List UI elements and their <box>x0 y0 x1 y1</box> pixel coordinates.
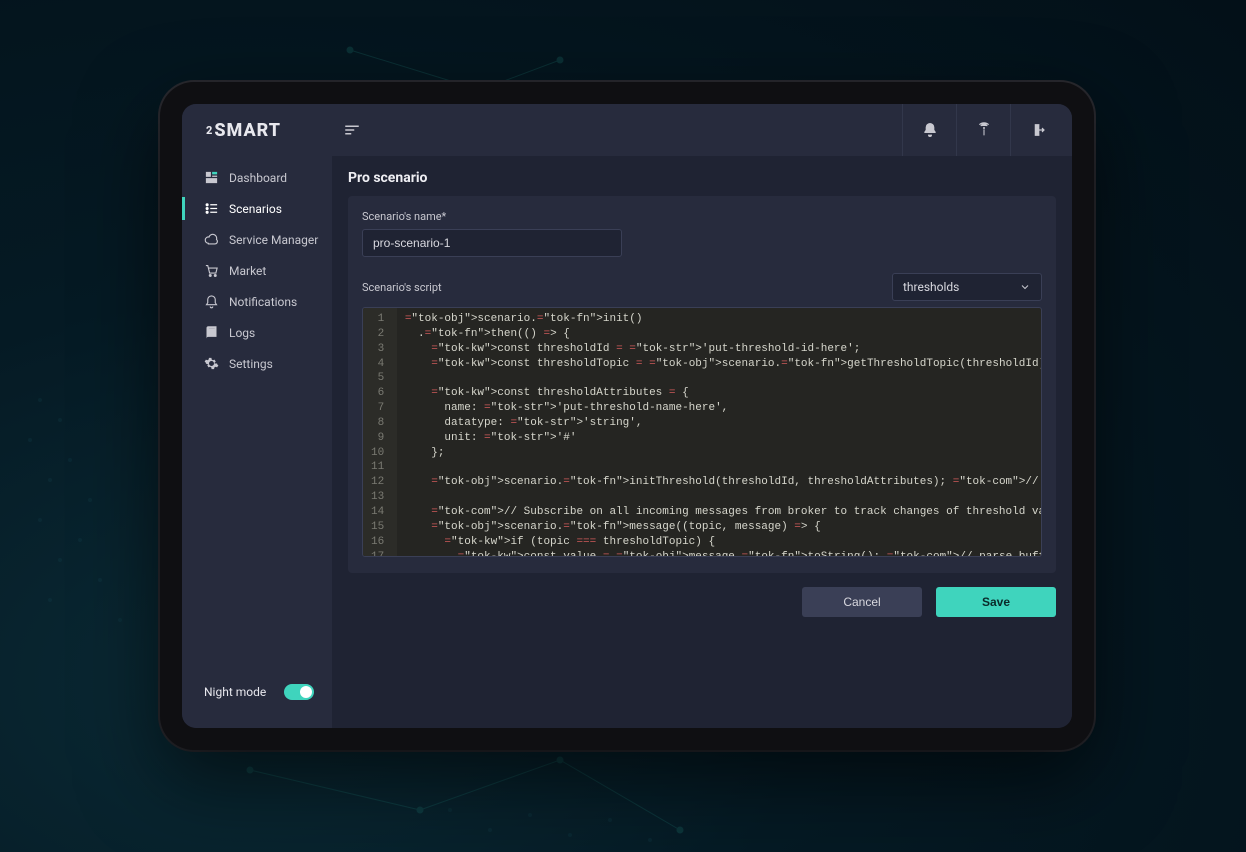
sidebar-item-label: Dashboard <box>229 171 287 185</box>
logout-icon <box>1030 122 1046 138</box>
topbar: 2SMART <box>182 104 1072 156</box>
bell-icon <box>922 122 938 138</box>
sidebar-item-settings[interactable]: Settings <box>182 348 332 379</box>
menu-toggle-button[interactable] <box>332 121 372 139</box>
sidebar-item-service-manager[interactable]: Service Manager <box>182 224 332 255</box>
name-field-label: Scenario's name* <box>362 210 1042 223</box>
save-button[interactable]: Save <box>936 587 1056 617</box>
sidebar-item-market[interactable]: Market <box>182 255 332 286</box>
antenna-icon <box>976 122 992 138</box>
sidebar: Dashboard Scenarios Service Manager Mark… <box>182 156 332 728</box>
editor-gutter: 1 2 3 4 5 6 7 8 9 10 11 12 13 14 15 16 1… <box>363 308 397 556</box>
script-field-label: Scenario's script <box>362 281 442 294</box>
template-select-value: thresholds <box>903 280 959 294</box>
tablet-frame: 2SMART Dashboard <box>160 82 1094 750</box>
bell-icon <box>204 294 219 309</box>
cloud-icon <box>204 232 219 247</box>
sidebar-item-label: Notifications <box>229 295 297 309</box>
cart-icon <box>204 263 219 278</box>
code-editor[interactable]: 1 2 3 4 5 6 7 8 9 10 11 12 13 14 15 16 1… <box>362 307 1042 557</box>
sidebar-item-label: Market <box>229 264 266 278</box>
menu-icon <box>343 121 361 139</box>
night-mode-row: Night mode <box>182 684 332 728</box>
sidebar-item-notifications[interactable]: Notifications <box>182 286 332 317</box>
sidebar-item-scenarios[interactable]: Scenarios <box>182 193 332 224</box>
gear-icon <box>204 356 219 371</box>
app-screen: 2SMART Dashboard <box>182 104 1072 728</box>
cancel-button[interactable]: Cancel <box>802 587 922 617</box>
sidebar-item-label: Settings <box>229 357 273 371</box>
sidebar-item-label: Scenarios <box>229 202 282 216</box>
sidebar-item-label: Service Manager <box>229 233 318 247</box>
notifications-button[interactable] <box>902 104 956 156</box>
chevron-down-icon <box>1019 281 1031 293</box>
brand-logo: 2SMART <box>182 120 326 141</box>
scenarios-icon <box>204 201 219 216</box>
night-mode-toggle[interactable] <box>284 684 314 700</box>
brand-text: SMART <box>214 120 281 141</box>
sidebar-item-dashboard[interactable]: Dashboard <box>182 162 332 193</box>
editor-code[interactable]: ="tok-obj">scenario.="tok-fn">init() .="… <box>397 308 1041 556</box>
scenario-panel: Scenario's name* Scenario's script thres… <box>348 196 1056 573</box>
main-content: Pro scenario Scenario's name* Scenario's… <box>332 156 1072 728</box>
sidebar-item-label: Logs <box>229 326 255 340</box>
logout-button[interactable] <box>1010 104 1064 156</box>
scenario-name-input[interactable] <box>362 229 622 257</box>
page-title: Pro scenario <box>348 170 1056 186</box>
broadcast-button[interactable] <box>956 104 1010 156</box>
template-select[interactable]: thresholds <box>892 273 1042 301</box>
brand-prefix: 2 <box>206 124 213 137</box>
sidebar-item-logs[interactable]: Logs <box>182 317 332 348</box>
book-icon <box>204 325 219 340</box>
dashboard-icon <box>204 170 219 185</box>
night-mode-label: Night mode <box>204 685 266 699</box>
